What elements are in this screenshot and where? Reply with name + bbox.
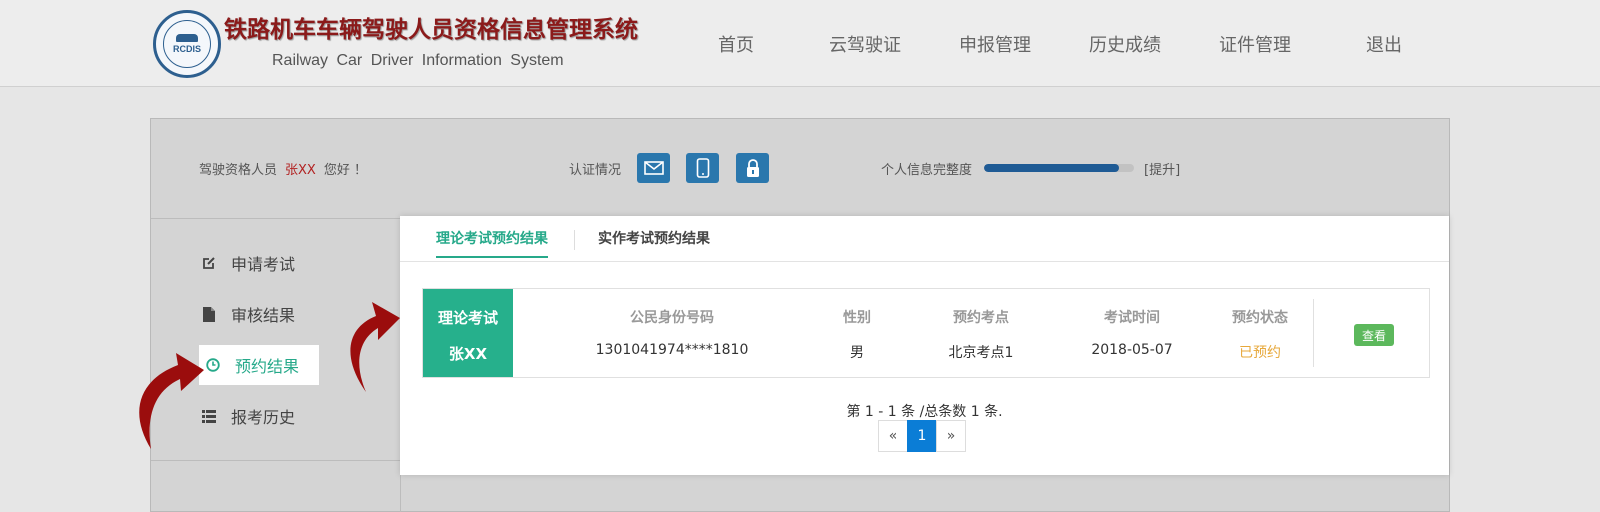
nav-application-management[interactable]: 申报管理: [959, 31, 1031, 57]
sidebar-divider: [151, 460, 401, 461]
sidebar-item-review-result[interactable]: 审核结果: [201, 294, 321, 334]
nav-home[interactable]: 首页: [718, 31, 754, 57]
pagination: « 1 »: [878, 420, 966, 452]
value-exam-time: 2018-05-07: [1091, 342, 1173, 358]
result-tabs: 理论考试预约结果 实作考试预约结果: [400, 216, 1449, 262]
header-gender: 性别: [843, 310, 871, 326]
edit-icon: [201, 256, 217, 270]
sidebar-item-label: 申请考试: [231, 255, 296, 274]
nav-cloud-license[interactable]: 云驾驶证: [829, 31, 901, 57]
header: RCDIS 铁路机车车辆驾驶人员资格信息管理系统 Railway Car Dri…: [0, 0, 1600, 87]
sidebar-item-apply-exam[interactable]: 申请考试: [201, 243, 321, 283]
exam-badge: 理论考试 张XX: [423, 289, 513, 377]
sidebar-item-label: 预约结果: [235, 357, 300, 376]
profile-completeness-label: 个人信息完整度: [881, 163, 973, 178]
tab-separator: [574, 230, 575, 250]
value-id-number: 1301041974****1810: [595, 342, 749, 358]
annotation-arrow-icon: [350, 302, 400, 392]
file-icon: [201, 306, 217, 322]
nav-certificate-management[interactable]: 证件管理: [1219, 31, 1291, 57]
user-info-bar: 驾驶资格人员 张XX 您好 ！ 认证情况 个人信息完整度 [提升]: [151, 119, 1449, 219]
booking-result-panel: 理论考试预约结果 实作考试预约结果 理论考试 张XX 公民身份号码 性别 预约考…: [400, 216, 1449, 475]
pagination-next[interactable]: »: [936, 420, 966, 452]
tab-practical-result[interactable]: 实作考试预约结果: [598, 228, 710, 258]
header-exam-time: 考试时间: [1104, 310, 1160, 326]
header-id-number: 公民身份号码: [630, 310, 714, 326]
profile-completeness-fill: [984, 164, 1119, 172]
candidate-name: 张XX: [448, 345, 488, 363]
greeting-suffix: 您好 ！: [323, 163, 367, 178]
profile-completeness-bar: [984, 164, 1134, 172]
view-button[interactable]: 查看: [1354, 324, 1394, 346]
sidebar-item-booking-result[interactable]: 预约结果: [199, 345, 319, 385]
auth-label: 认证情况: [569, 163, 622, 178]
annotation-arrow-icon: [139, 353, 204, 449]
greeting-prefix: 驾驶资格人员: [199, 163, 278, 178]
status-badge: 已预约: [1239, 345, 1281, 361]
pagination-prev[interactable]: «: [878, 420, 908, 452]
nav-logout[interactable]: 退出: [1366, 31, 1402, 57]
clock-icon: [205, 358, 221, 372]
lock-icon[interactable]: [736, 153, 769, 183]
result-card: 理论考试 张XX 公民身份号码 性别 预约考点 考试时间 预约状态 130104…: [422, 288, 1430, 378]
exam-type: 理论考试: [437, 309, 498, 327]
main-nav: 首页 云驾驶证 申报管理 历史成绩 证件管理 退出: [0, 31, 1600, 61]
improve-profile-link[interactable]: [提升]: [1144, 159, 1180, 178]
sidebar-item-label: 报考历史: [231, 408, 296, 427]
value-gender: 男: [850, 345, 864, 361]
pagination-page-1[interactable]: 1: [907, 420, 937, 452]
nav-history-scores[interactable]: 历史成绩: [1089, 31, 1161, 57]
sidebar-item-exam-history[interactable]: 报考历史: [201, 396, 321, 436]
header-booking-status: 预约状态: [1232, 310, 1288, 326]
header-exam-site: 预约考点: [953, 310, 1009, 326]
pagination-info: 第 1 - 1 条 /总条数 1 条.: [846, 404, 1003, 420]
greeting: 驾驶资格人员 张XX 您好 ！: [199, 159, 367, 178]
mail-icon[interactable]: [637, 153, 670, 183]
sidebar-item-label: 审核结果: [231, 306, 296, 325]
tab-theory-result[interactable]: 理论考试预约结果: [436, 228, 548, 258]
phone-icon[interactable]: [686, 153, 719, 183]
result-separator: [1313, 299, 1314, 367]
user-name: 张XX: [285, 163, 316, 178]
value-exam-site: 北京考点1: [948, 345, 1014, 361]
